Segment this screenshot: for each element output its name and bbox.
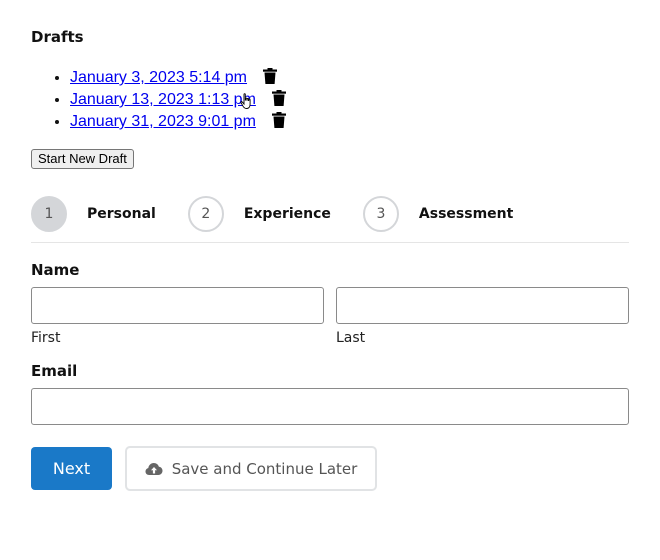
- name-row: First Last: [31, 287, 629, 346]
- start-new-draft-button[interactable]: Start New Draft: [31, 149, 134, 169]
- step-number: 2: [187, 196, 224, 232]
- cloud-upload-icon: [145, 462, 163, 475]
- first-name-input[interactable]: [31, 287, 324, 324]
- step-label: Personal: [87, 206, 156, 222]
- last-name-group: Last: [336, 287, 629, 346]
- first-name-sublabel: First: [31, 330, 61, 346]
- trash-icon[interactable]: [272, 90, 287, 106]
- step-label: Assessment: [418, 206, 514, 222]
- draft-item: January 13, 2023 1:13 pm: [70, 89, 629, 111]
- trash-icon[interactable]: [263, 68, 278, 84]
- step-number: 3: [362, 196, 399, 232]
- step-label: Experience: [243, 206, 331, 222]
- drafts-heading: Drafts: [31, 28, 84, 46]
- draft-link-2[interactable]: January 13, 2023 1:13 pm: [70, 91, 256, 108]
- drafts-list: January 3, 2023 5:14 pm January 13, 2023…: [31, 67, 629, 133]
- step-personal[interactable]: 1 Personal: [31, 196, 156, 232]
- step-number: 1: [31, 196, 67, 232]
- last-name-sublabel: Last: [336, 330, 366, 346]
- step-indicator: 1 Personal 2 Experience 3 Assessment: [31, 193, 629, 243]
- step-experience[interactable]: 2 Experience: [187, 196, 331, 232]
- next-button[interactable]: Next: [31, 447, 112, 490]
- last-name-input[interactable]: [336, 287, 629, 324]
- draft-link-3[interactable]: January 31, 2023 9:01 pm: [70, 113, 256, 130]
- email-input[interactable]: [31, 388, 629, 425]
- page: Drafts January 3, 2023 5:14 pm January 1…: [31, 27, 629, 491]
- save-button-label: Save and Continue Later: [171, 459, 358, 478]
- draft-link-1[interactable]: January 3, 2023 5:14 pm: [70, 69, 247, 86]
- trash-icon[interactable]: [272, 112, 287, 128]
- first-name-group: First: [31, 287, 324, 346]
- draft-item: January 31, 2023 9:01 pm: [70, 111, 629, 133]
- name-label: Name: [31, 261, 80, 279]
- step-assessment[interactable]: 3 Assessment: [362, 196, 514, 232]
- save-and-continue-later-button[interactable]: Save and Continue Later: [125, 446, 377, 491]
- draft-item: January 3, 2023 5:14 pm: [70, 67, 629, 89]
- email-label: Email: [31, 362, 78, 380]
- form-actions: Next Save and Continue Later: [31, 446, 629, 491]
